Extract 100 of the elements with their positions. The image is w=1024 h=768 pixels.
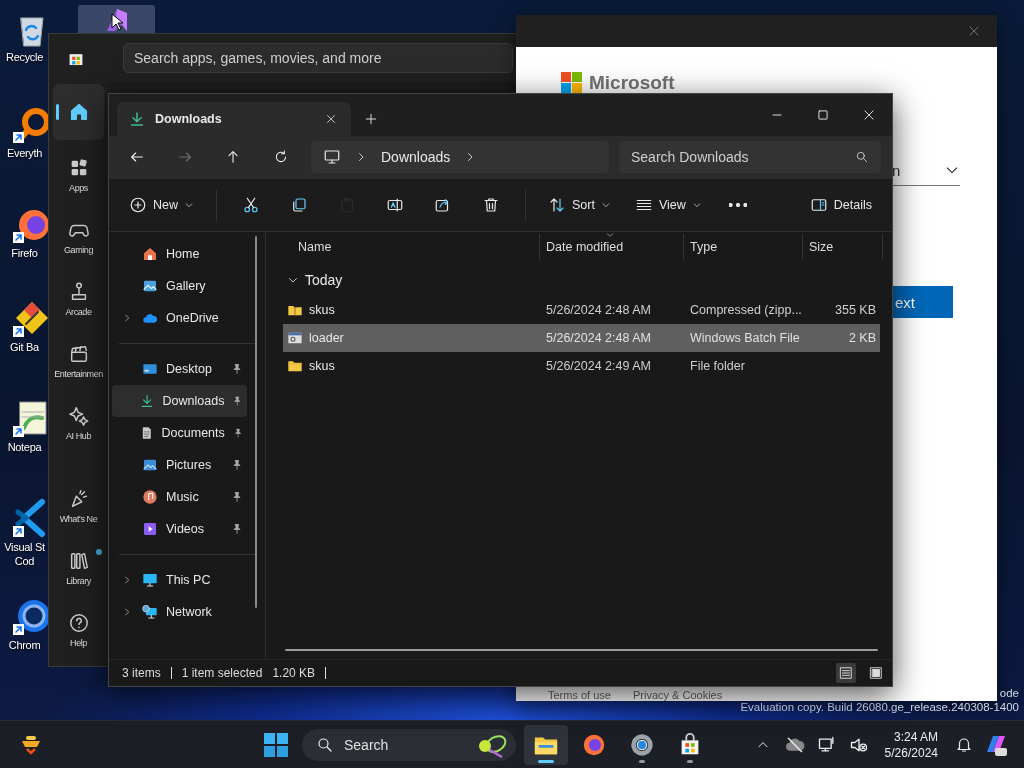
type-cell: File folder bbox=[690, 359, 745, 373]
sidebar-item[interactable]: Documents bbox=[112, 417, 247, 449]
date-text: 5/26/2024 bbox=[884, 745, 938, 761]
sidebar-item[interactable]: Gallery bbox=[112, 270, 247, 302]
trash-icon bbox=[482, 196, 500, 214]
icon-label: Git Ba bbox=[9, 340, 40, 354]
size-cell: 355 KB bbox=[835, 303, 876, 317]
cursor-icon bbox=[111, 13, 123, 31]
address-bar[interactable]: Downloads bbox=[311, 141, 609, 173]
file-row[interactable]: skus 5/26/2024 2:48 AM Compressed (zipp... 355 KB bbox=[283, 296, 880, 324]
column-header[interactable]: Size bbox=[803, 234, 883, 260]
sort-arrows-icon bbox=[548, 196, 566, 214]
scissors-icon bbox=[242, 196, 260, 214]
list-icon bbox=[839, 666, 853, 680]
file-name: skus bbox=[309, 303, 335, 317]
details-view-button[interactable] bbox=[836, 663, 856, 683]
size-cell: 2 KB bbox=[848, 331, 876, 345]
logo-text: Microsoft bbox=[589, 72, 675, 94]
sidebar-item[interactable]: Pictures bbox=[112, 449, 247, 481]
copy-icon bbox=[290, 196, 308, 214]
home-icon bbox=[142, 246, 158, 262]
scrollbar[interactable] bbox=[285, 649, 878, 651]
sidebar-item[interactable]: Network bbox=[112, 596, 247, 628]
bell-icon bbox=[955, 736, 973, 754]
plus-icon bbox=[364, 112, 378, 126]
file-name: skus bbox=[309, 359, 335, 373]
icon-label: Visual St Cod bbox=[3, 540, 46, 568]
four-squares-logo-icon bbox=[561, 72, 583, 94]
desktop-icon bbox=[142, 361, 158, 377]
search-icon bbox=[855, 150, 869, 164]
sidebar-item[interactable]: Videos bbox=[112, 513, 247, 545]
search-icon bbox=[316, 736, 334, 754]
crossed-cloud-icon bbox=[784, 735, 805, 755]
selection-info: 1 item selected bbox=[181, 666, 263, 680]
monitor-icon bbox=[142, 572, 158, 588]
item-count: 3 items bbox=[122, 666, 161, 680]
sidebar-item[interactable]: This PC bbox=[112, 564, 247, 596]
gear-file-icon bbox=[287, 330, 303, 346]
panel-icon bbox=[809, 196, 828, 214]
clock[interactable]: 3:24 AM 5/26/2024 bbox=[884, 729, 938, 761]
nav-item[interactable]: What's Ne bbox=[49, 475, 108, 537]
file-row[interactable]: loader 5/26/2024 2:48 AM Windows Batch File 2 KB bbox=[283, 324, 880, 352]
group-header[interactable]: Today bbox=[283, 264, 892, 296]
gallery-icon bbox=[142, 278, 158, 294]
next-button[interactable]: ext bbox=[892, 286, 953, 318]
footer-link[interactable]: Terms of use bbox=[548, 689, 611, 701]
type-cell: Compressed (zipp... bbox=[690, 303, 802, 317]
type-cell: Windows Batch File bbox=[690, 331, 800, 345]
video-icon bbox=[142, 521, 158, 537]
search-field[interactable]: Search apps, games, movies, and more bbox=[123, 43, 513, 73]
sidebar-item[interactable]: Home bbox=[112, 238, 247, 270]
taskbar-app[interactable] bbox=[524, 725, 568, 765]
footer-link[interactable]: Privacy & Cookies bbox=[632, 689, 723, 701]
chevron-down-icon bbox=[691, 200, 702, 210]
sidebar-item[interactable]: Music bbox=[112, 481, 247, 513]
sidebar-item[interactable]: Downloads bbox=[112, 385, 247, 417]
windows-logo-icon bbox=[264, 733, 288, 757]
column-header[interactable]: Name bbox=[283, 234, 540, 260]
monitor-icon bbox=[323, 148, 341, 166]
rename-icon bbox=[386, 196, 404, 214]
breadcrumb-item[interactable]: Downloads bbox=[381, 149, 451, 165]
file-name: loader bbox=[309, 331, 344, 345]
plus-circle-icon bbox=[129, 196, 147, 214]
details-button[interactable]: Details bbox=[801, 188, 880, 222]
maximize-icon bbox=[816, 108, 830, 122]
nav-item[interactable] bbox=[53, 84, 104, 140]
pin-icon bbox=[231, 523, 243, 535]
nav-item[interactable]: Arcade bbox=[49, 268, 108, 330]
chevron-right-icon bbox=[122, 313, 132, 323]
column-header[interactable]: Date modified bbox=[540, 234, 684, 260]
view-button[interactable]: View bbox=[626, 188, 710, 222]
folder-icon bbox=[287, 358, 303, 374]
pin-icon bbox=[231, 491, 243, 503]
close-icon bbox=[325, 113, 337, 125]
date-cell: 5/26/2024 2:48 AM bbox=[546, 303, 651, 317]
watermark-text: ode bbox=[998, 686, 1019, 700]
nav-item[interactable]: Library bbox=[49, 537, 108, 599]
nav-item[interactable]: Help bbox=[49, 599, 108, 661]
selection-size: 1.20 KB bbox=[272, 666, 316, 680]
search-field[interactable]: Search Downloads bbox=[619, 141, 881, 173]
nav-item[interactable]: Apps bbox=[49, 144, 108, 206]
sparkles-icon bbox=[67, 405, 90, 427]
tile-icon bbox=[869, 666, 883, 680]
sidebar-item[interactable]: Desktop bbox=[112, 353, 247, 385]
time-text: 3:24 AM bbox=[893, 729, 938, 745]
picture-icon bbox=[142, 457, 158, 473]
tab[interactable]: Downloads bbox=[117, 102, 351, 136]
sidebar-item[interactable]: OneDrive bbox=[112, 302, 247, 334]
column-header[interactable]: Type bbox=[684, 234, 803, 260]
search-field[interactable]: Search bbox=[302, 729, 516, 761]
file-row[interactable]: skus 5/26/2024 2:49 AM File folder bbox=[283, 352, 880, 380]
nav-item[interactable]: Entertainmen bbox=[49, 330, 108, 392]
sort-button[interactable]: Sort bbox=[540, 188, 619, 222]
watermark-text: Evaluation copy. Build 26080.ge_release.240308-1400 bbox=[740, 700, 1019, 714]
network-icon bbox=[142, 604, 158, 620]
download-icon bbox=[140, 393, 155, 409]
new-button[interactable]: New bbox=[121, 188, 202, 222]
nav-item[interactable]: Gaming bbox=[49, 206, 108, 268]
nav-item[interactable]: AI Hub bbox=[49, 392, 108, 454]
pin-icon bbox=[232, 395, 243, 407]
